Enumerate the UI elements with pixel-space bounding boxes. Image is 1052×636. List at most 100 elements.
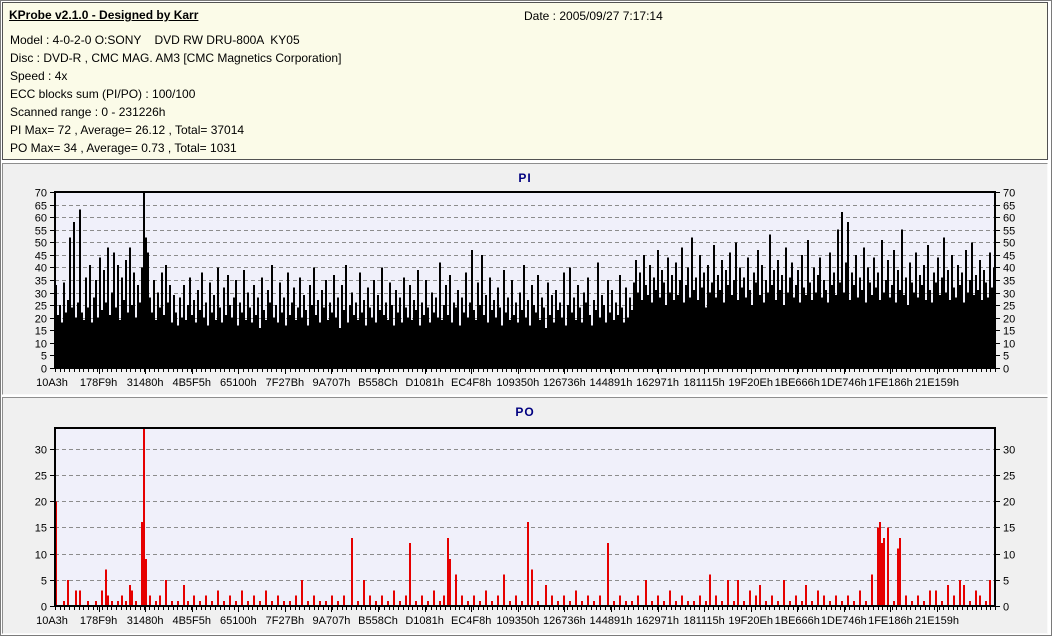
- pi-bar: [253, 285, 255, 368]
- po-bar: [295, 595, 297, 606]
- pi-bar: [187, 305, 189, 368]
- pi-bar: [843, 292, 845, 368]
- pi-bar: [965, 249, 967, 368]
- pi-bar: [809, 282, 811, 368]
- pi-bar: [981, 300, 983, 368]
- pi-bar: [479, 305, 481, 368]
- scan-info-list: Model : 4-0-2-0 O:SONY DVD RW DRU-800A K…: [10, 31, 341, 157]
- pi-bar: [759, 295, 761, 368]
- pi-bar: [795, 285, 797, 368]
- po-y-tick-label: 20: [1003, 497, 1015, 509]
- po-bar: [141, 522, 143, 606]
- pi-bar: [935, 282, 937, 368]
- po-bar: [929, 590, 931, 606]
- po-x-tick-label: 9A707h: [313, 615, 351, 627]
- pi-bar: [355, 302, 357, 368]
- pi-bar: [181, 317, 183, 368]
- pi-bar: [835, 295, 837, 368]
- pi-bar: [701, 287, 703, 368]
- pi-bar: [417, 269, 419, 368]
- pi-bar: [209, 282, 211, 368]
- pi-chart-panel: 0 0 5 5 10 10 15 15 20 20 25 25 30 30 35 35 40 40 45 45 50 50…: [2, 163, 1048, 395]
- pi-bar: [203, 317, 205, 368]
- pi-bar: [375, 322, 377, 368]
- po-y-tick-label: 10: [1003, 550, 1015, 562]
- po-bar: [301, 579, 303, 606]
- pi-x-tick-label: 1FE186h: [868, 377, 913, 389]
- pi-x-tick-label: 10A3h: [36, 377, 68, 389]
- pi-bar: [159, 307, 161, 368]
- pi-bar: [303, 295, 305, 368]
- po-bar: [253, 595, 255, 606]
- pi-y-tick-label: 50: [35, 238, 47, 250]
- pi-bar: [787, 292, 789, 368]
- pi-bar: [369, 307, 371, 368]
- pi-bar: [413, 300, 415, 368]
- po-bar: [737, 579, 739, 606]
- pi-bar: [211, 312, 213, 368]
- pi-bar: [233, 297, 235, 368]
- pi-bar: [819, 257, 821, 368]
- pi-bar: [175, 312, 177, 368]
- pi-bar: [131, 305, 133, 368]
- pi-bar: [243, 269, 245, 368]
- pi-bar: [443, 305, 445, 368]
- pi-bar: [731, 295, 733, 368]
- pi-bar: [541, 297, 543, 368]
- po-bar: [363, 579, 365, 606]
- pi-bar: [499, 307, 501, 368]
- pi-bar: [147, 252, 149, 368]
- pi-bar: [495, 317, 497, 368]
- pi-bar: [685, 285, 687, 368]
- po-y-tick-label: 0: [41, 602, 47, 614]
- po-bar: [433, 590, 435, 606]
- po-bar: [805, 585, 807, 606]
- pi-bar: [329, 302, 331, 368]
- pi-bar: [467, 317, 469, 368]
- pi-bar: [171, 322, 173, 368]
- pi-bar: [455, 307, 457, 368]
- pi-x-tick-label: 109350h: [496, 377, 539, 389]
- pi-x-tick-label: 1BE666h: [775, 377, 820, 389]
- pi-bar: [639, 272, 641, 368]
- pi-bar: [425, 280, 427, 368]
- pi-bar: [459, 325, 461, 368]
- po-bar: [877, 527, 879, 606]
- po-bar: [107, 595, 109, 606]
- pi-bar: [283, 297, 285, 368]
- pi-bar: [601, 295, 603, 368]
- pi-bar: [769, 234, 771, 368]
- po-x-tick-label: 126736h: [543, 615, 586, 627]
- po-bar: [759, 585, 761, 606]
- pi-bar: [227, 274, 229, 368]
- po-bar: [101, 590, 103, 606]
- pi-bar: [661, 269, 663, 368]
- po-bar: [575, 590, 577, 606]
- pi-bar: [947, 269, 949, 368]
- pi-bar: [575, 320, 577, 368]
- info-panel: KProbe v2.1.0 - Designed by Karr Date : …: [2, 2, 1048, 160]
- pi-bar: [949, 300, 951, 368]
- pi-bar: [475, 320, 477, 368]
- pi-chart: 0 0 5 5 10 10 15 15 20 20 25 25 30 30 35 35 40 40 45 45 50 50…: [3, 164, 1047, 394]
- pi-bar: [469, 302, 471, 368]
- po-bar: [105, 569, 107, 606]
- pi-bar: [881, 239, 883, 368]
- pi-y-tick-label: 15: [1003, 326, 1015, 338]
- pi-bar: [317, 300, 319, 368]
- pi-y-tick-label: 25: [35, 301, 47, 313]
- pi-bar: [365, 325, 367, 368]
- pi-bar: [407, 317, 409, 368]
- pi-y-tick-label: 35: [35, 276, 47, 288]
- pi-x-tick-label: 1DE746h: [821, 377, 867, 389]
- pi-bar: [333, 274, 335, 368]
- pi-bar: [641, 300, 643, 368]
- pi-bar: [667, 257, 669, 368]
- pi-bar: [315, 315, 317, 368]
- po-chart-panel: 0 0 5 5 10 10 15 15 20 20 25 25 30 30 10A3h 178F9h 31480…: [2, 397, 1048, 634]
- pi-bar: [87, 307, 89, 368]
- po-bar: [935, 590, 937, 606]
- pi-bar: [877, 272, 879, 368]
- pi-bar: [669, 292, 671, 368]
- pi-bar: [163, 315, 165, 368]
